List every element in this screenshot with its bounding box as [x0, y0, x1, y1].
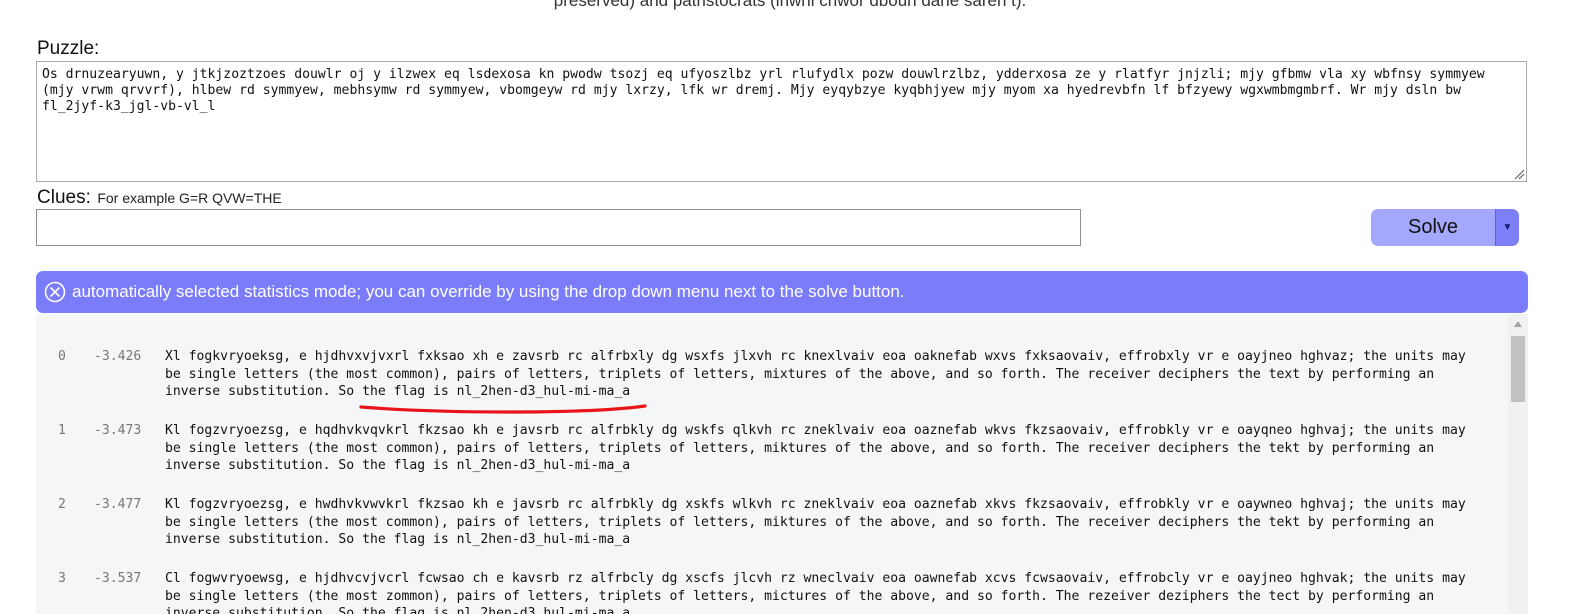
result-score: -3.473: [94, 423, 142, 438]
result-text: Kl fogzvryoezsg, e hqdhvkvqvkrl fkzsao k…: [165, 423, 1474, 474]
result-text: Xl fogkvryoeksg, e hjdhvxvjvxrl fxksao x…: [165, 349, 1474, 400]
previous-text-fragment: preserved) and patristocrats (inwhi chwo…: [553, 0, 1027, 10]
results-panel: 0 -3.426 Xl fogkvryoeksg, e hjdhvxvjvxrl…: [36, 314, 1528, 614]
scroll-up-arrow-icon[interactable]: [1508, 314, 1528, 334]
result-text: Kl fogzvryoezsg, e hwdhvkvwvkrl fkzsao k…: [165, 497, 1474, 548]
result-index: 1: [58, 423, 66, 438]
results-scrollbar[interactable]: [1508, 314, 1528, 614]
clues-input[interactable]: [36, 209, 1081, 246]
result-index: 2: [58, 497, 66, 512]
result-index: 3: [58, 571, 66, 586]
solve-button[interactable]: Solve: [1371, 209, 1495, 246]
banner-message: automatically selected statistics mode; …: [72, 282, 905, 301]
puzzle-textarea[interactable]: Os drnuzearyuwn, y jtkjzoztzoes douwlr o…: [36, 61, 1527, 182]
result-score: -3.537: [94, 571, 142, 586]
clues-hint: For example G=R QVW=THE: [97, 190, 282, 206]
result-index: 0: [58, 349, 66, 364]
solve-button-group: Solve ▼: [1371, 209, 1519, 246]
puzzle-label: Puzzle:: [37, 38, 100, 59]
resize-grip-icon[interactable]: [1513, 168, 1525, 180]
caret-down-icon: ▼: [1502, 222, 1513, 233]
scrollbar-thumb[interactable]: [1511, 336, 1525, 402]
clues-label: Clues:: [37, 187, 91, 208]
result-text: Cl fogwvryoewsg, e hjdhvcvjvcrl fcwsao c…: [165, 571, 1474, 614]
close-icon[interactable]: [44, 281, 66, 303]
info-banner: automatically selected statistics mode; …: [36, 271, 1528, 313]
solve-dropdown-toggle[interactable]: ▼: [1495, 209, 1519, 246]
result-score: -3.477: [94, 497, 142, 512]
result-score: -3.426: [94, 349, 142, 364]
clues-label-row: Clues: For example G=R QVW=THE: [37, 187, 282, 209]
